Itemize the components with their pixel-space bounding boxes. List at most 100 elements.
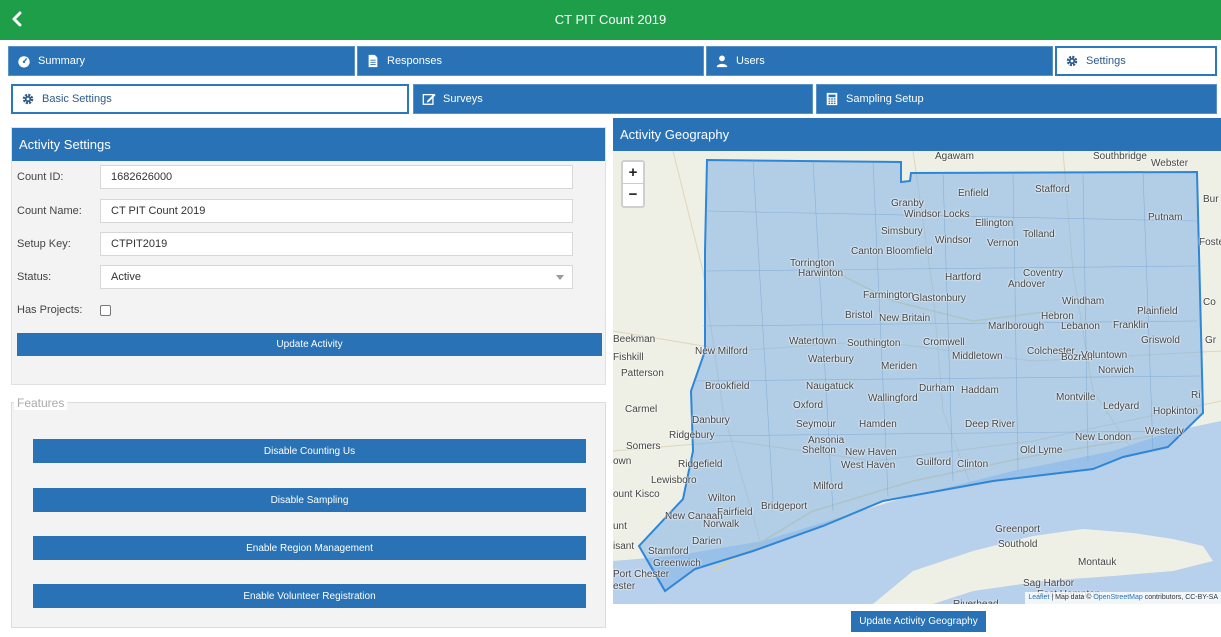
map-place-label: Agawam (935, 151, 974, 162)
map-place-label: Harwinton (798, 268, 844, 279)
attribution-rest: contributors, CC-BY-SA (1142, 594, 1218, 601)
map-place-label: Hartford (945, 272, 982, 283)
map-place-label: Stafford (1035, 184, 1070, 195)
map-place-label: Putnam (1148, 212, 1183, 223)
map-place-label: Ridgefield (678, 459, 723, 470)
map-place-label: Norwich (1098, 365, 1135, 376)
map-place-label: Hopkinton (1153, 406, 1199, 417)
map-place-label: Coventry (1023, 268, 1064, 279)
gear-icon (1066, 55, 1078, 67)
map-place-label: Marlborough (988, 321, 1045, 332)
leaflet-link[interactable]: Leaflet (1028, 594, 1049, 601)
tab-basic-settings[interactable]: Basic Settings (11, 84, 409, 114)
map-place-label: Somers (626, 441, 661, 452)
map-place-label: Southold (998, 539, 1038, 550)
map-place-label: Watertown (789, 336, 837, 347)
update-activity-geography-button[interactable]: Update Activity Geography (851, 611, 986, 632)
map-place-label: ount Kisco (613, 489, 660, 500)
attribution-text: | Map data © (1049, 594, 1094, 601)
disable-counting-us-button[interactable]: Disable Counting Us (33, 439, 586, 463)
map-place-label: Fairfield (717, 507, 753, 518)
map-place-label: own (613, 456, 632, 467)
zoom-out-button[interactable]: − (623, 184, 643, 206)
map-place-label: Stamford (648, 546, 689, 557)
main-tab-bar: Summary Responses Users Settings (0, 42, 1221, 78)
map-place-label: Griswold (1141, 335, 1180, 346)
gear-icon (22, 93, 34, 105)
map-place-label: isant (613, 541, 635, 552)
tab-summary[interactable]: Summary (8, 46, 355, 76)
features-legend: Features (14, 396, 68, 410)
has-projects-label: Has Projects: (17, 304, 83, 316)
count-id-field[interactable]: 1682626000 (100, 165, 573, 189)
update-activity-button[interactable]: Update Activity (17, 333, 602, 356)
count-id-label: Count ID: (17, 171, 64, 183)
map-place-label: Sag Harbor (1023, 578, 1075, 589)
enable-volunteer-registration-button[interactable]: Enable Volunteer Registration (33, 584, 586, 608)
map-place-label: Greenport (995, 524, 1041, 535)
osm-link[interactable]: OpenStreetMap (1093, 594, 1142, 601)
count-id-row: Count ID: (12, 165, 100, 189)
map-place-label: Ledyard (1103, 401, 1140, 412)
map-place-label: Enfield (958, 188, 989, 199)
activity-settings-panel: Activity Settings Count ID: 1682626000 C… (11, 127, 606, 385)
map-place-label: Shelton (802, 445, 836, 456)
enable-region-management-button[interactable]: Enable Region Management (33, 536, 586, 560)
map-place-label: Haddam (961, 385, 999, 396)
map-place-label: unt (613, 521, 627, 532)
map-place-label: Bloomfield (886, 246, 933, 257)
map-place-label: Hamden (859, 419, 897, 430)
setup-key-field[interactable]: CTPIT2019 (100, 232, 573, 256)
count-name-row: Count Name: (12, 199, 100, 223)
disable-sampling-button[interactable]: Disable Sampling (33, 488, 586, 512)
map-place-label: Bristol (845, 310, 873, 321)
map-place-label: Seymour (796, 419, 837, 430)
map-place-label: Westerly (1145, 426, 1184, 437)
status-select[interactable]: Active (100, 265, 573, 289)
map-place-label: Fishkill (613, 352, 644, 363)
tab-responses[interactable]: Responses (357, 46, 704, 76)
count-name-field[interactable]: CT PIT Count 2019 (100, 199, 573, 223)
tab-surveys-label[interactable]: Surveys (443, 93, 483, 105)
geography-map[interactable]: Agawam Southbridge Webster Enfield Stafford B… (613, 151, 1221, 604)
map-place-label: Tolland (1023, 229, 1055, 240)
tab-users-label: Users (736, 55, 765, 67)
tab-settings[interactable]: Settings (1055, 46, 1217, 76)
tab-surveys[interactable]: Surveys (413, 84, 813, 114)
status-label: Status: (17, 271, 52, 283)
map-place-label: Andover (1008, 279, 1046, 290)
caret-down-icon (556, 275, 564, 280)
map-place-label: Bur (1203, 194, 1219, 205)
map-place-label: New London (1075, 432, 1132, 443)
map-place-label: New Britain (879, 313, 931, 324)
map-place-label: Windsor (935, 235, 972, 246)
map-place-label: Port Chester (613, 569, 670, 580)
map-place-label: Granby (891, 198, 924, 209)
tab-settings-label: Settings (1086, 55, 1126, 67)
zoom-in-button[interactable]: + (623, 162, 643, 184)
tab-sampling-setup-label: Sampling Setup (846, 93, 924, 105)
map-place-label: Wallingford (868, 393, 918, 404)
has-projects-row: Has Projects: (12, 298, 100, 322)
map-place-label: Wilton (708, 493, 736, 504)
tab-sampling-setup[interactable]: Sampling Setup (816, 84, 1217, 114)
map-place-label: Plainfield (1137, 306, 1178, 317)
map-place-label: New Haven (845, 447, 897, 458)
sub-tab-bar: Basic Settings Surveys Sampling Setup (0, 82, 1221, 118)
map-place-label: Carmel (625, 404, 658, 415)
map-place-label: Windham (1062, 296, 1105, 307)
tab-users[interactable]: Users (706, 46, 1053, 76)
map-place-label: ester (613, 581, 636, 592)
has-projects-checkbox[interactable] (100, 305, 111, 316)
setup-key-label: Setup Key: (17, 238, 71, 250)
map-place-label: Riverhead (953, 599, 999, 604)
status-row: Status: (12, 265, 100, 289)
map-place-label: Vernon (987, 238, 1019, 249)
map-place-label: Franklin (1113, 320, 1149, 331)
count-name-label: Count Name: (17, 205, 82, 217)
map-place-label: Lebanon (1061, 321, 1100, 332)
map-place-label: Beekman (613, 334, 656, 345)
map-place-label: Brookfield (705, 381, 750, 392)
map-place-label: Durham (919, 383, 955, 394)
map-place-label: Patterson (621, 368, 664, 379)
